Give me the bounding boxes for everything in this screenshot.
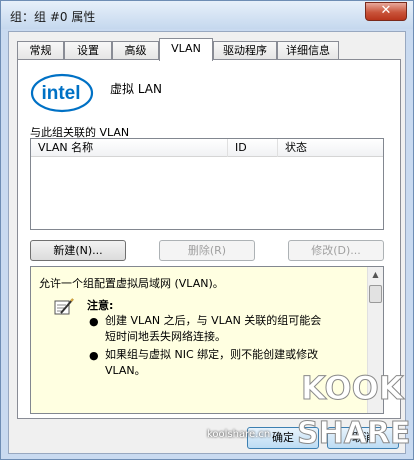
intel-logo-text: intel bbox=[41, 83, 80, 104]
delete-vlan-button[interactable]: 删除(R) bbox=[159, 240, 255, 261]
scroll-up-icon[interactable]: ▲ bbox=[368, 267, 383, 283]
watermark-line2: SHARE bbox=[297, 416, 411, 451]
tab-advanced[interactable]: 高级 bbox=[112, 41, 159, 60]
note-title: 注意: bbox=[87, 299, 114, 312]
description-text: 允许一个组配置虚拟局域网 (VLAN)。 bbox=[39, 277, 224, 290]
close-icon: ✕ bbox=[380, 3, 392, 18]
close-button[interactable]: ✕ bbox=[365, 2, 407, 21]
watermark-line1: KOOK bbox=[301, 369, 405, 407]
note-pencil-icon bbox=[53, 297, 75, 317]
vlan-list[interactable]: VLAN 名称 ID 状态 bbox=[30, 138, 384, 230]
vlan-list-header: VLAN 名称 ID 状态 bbox=[31, 139, 383, 157]
watermark-url: koolshare.cn bbox=[207, 429, 271, 440]
note-bullet-1: 创建 VLAN 之后，与 VLAN 关联的组可能会短时间地丢失网络连接。 bbox=[105, 314, 322, 343]
bullet-dot: ● bbox=[89, 315, 99, 328]
modify-vlan-button[interactable]: 修改(D)... bbox=[288, 240, 384, 261]
new-vlan-button[interactable]: 新建(N)... bbox=[30, 240, 126, 261]
tab-details[interactable]: 详细信息 bbox=[277, 41, 339, 60]
intel-logo: intel bbox=[30, 72, 94, 114]
title-bar[interactable]: 组：组 #0 属性 ✕ bbox=[1, 1, 413, 29]
column-id[interactable]: ID bbox=[227, 139, 277, 157]
tab-settings[interactable]: 设置 bbox=[64, 41, 112, 60]
tab-vlan[interactable]: VLAN bbox=[159, 38, 213, 61]
bullet-dot: ● bbox=[89, 349, 99, 362]
scroll-thumb[interactable] bbox=[369, 285, 382, 303]
properties-window: 组：组 #0 属性 ✕ 常规 设置 高级 VLAN 驱动程序 详细信息 inte… bbox=[0, 0, 414, 460]
tab-general[interactable]: 常规 bbox=[17, 41, 64, 60]
tab-driver[interactable]: 驱动程序 bbox=[213, 41, 277, 60]
column-status[interactable]: 状态 bbox=[277, 139, 383, 157]
koolshare-watermark: KOOK SHARE bbox=[291, 361, 412, 452]
column-vlan-name[interactable]: VLAN 名称 bbox=[31, 139, 227, 157]
tab-strip: 常规 设置 高级 VLAN 驱动程序 详细信息 bbox=[17, 38, 402, 61]
window-title: 组：组 #0 属性 bbox=[10, 10, 96, 24]
logo-caption: 虚拟 LAN bbox=[110, 82, 162, 96]
